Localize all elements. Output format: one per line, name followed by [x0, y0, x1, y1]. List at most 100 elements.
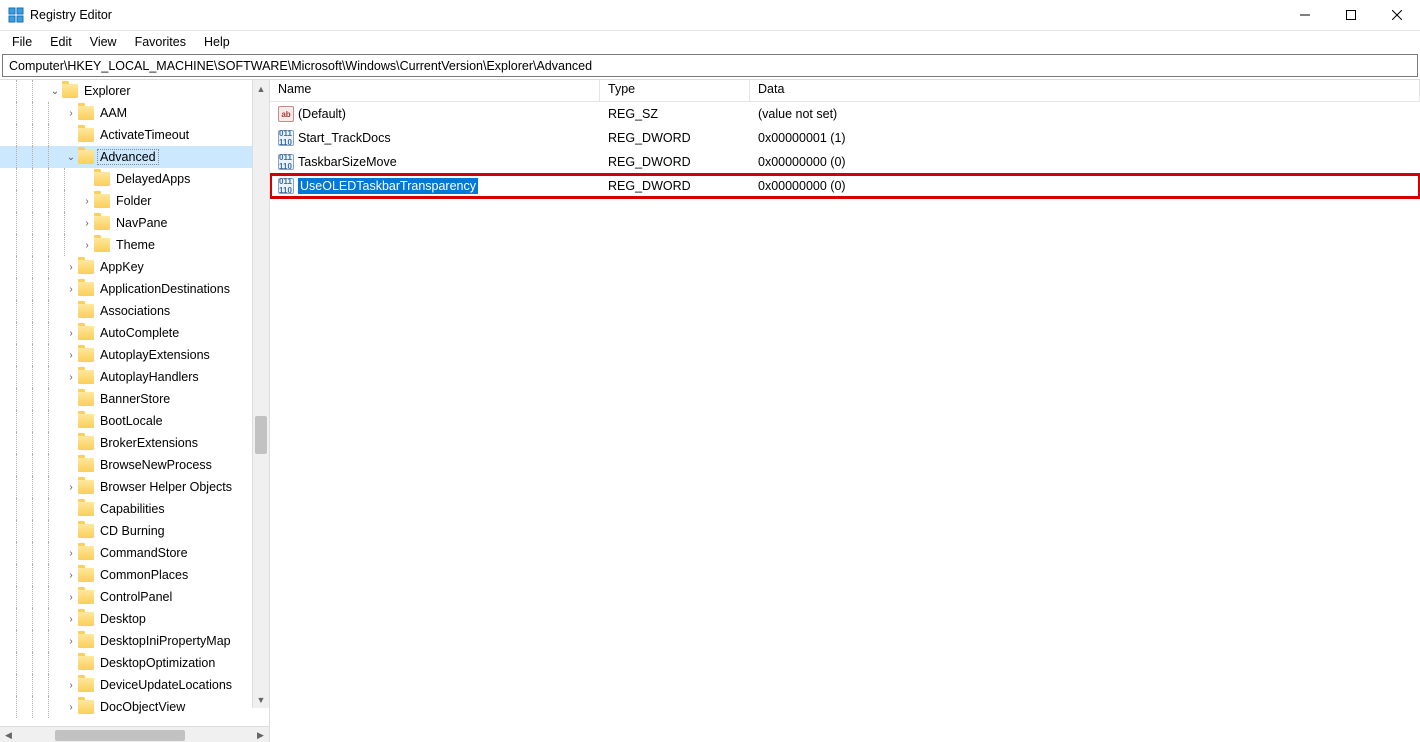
- tree-horizontal-scrollbar[interactable]: ◀ ▶: [0, 726, 269, 742]
- scrollbar-thumb[interactable]: [255, 416, 267, 454]
- tree-item[interactable]: ›Desktop: [0, 608, 269, 630]
- tree-item[interactable]: Capabilities: [0, 498, 269, 520]
- tree-item[interactable]: CD Burning: [0, 520, 269, 542]
- chevron-right-icon[interactable]: ›: [64, 262, 78, 273]
- chevron-right-icon[interactable]: ›: [64, 570, 78, 581]
- tree-item-label: Advanced: [98, 150, 158, 164]
- chevron-right-icon[interactable]: ›: [64, 680, 78, 691]
- menu-file[interactable]: File: [4, 33, 40, 51]
- folder-icon: [78, 568, 94, 582]
- tree-item[interactable]: ›Theme: [0, 234, 269, 256]
- chevron-right-icon[interactable]: ›: [64, 614, 78, 625]
- tree-item[interactable]: › CommandStore: [0, 542, 269, 564]
- chevron-right-icon[interactable]: ›: [64, 328, 78, 339]
- menu-edit[interactable]: Edit: [42, 33, 80, 51]
- list-header: Name Type Data: [270, 80, 1420, 102]
- scrollbar-thumb[interactable]: [55, 730, 185, 741]
- tree-item[interactable]: ›NavPane: [0, 212, 269, 234]
- menu-favorites[interactable]: Favorites: [127, 33, 194, 51]
- value-data: 0x00000001 (1): [750, 131, 1420, 145]
- tree-item[interactable]: ›AAM: [0, 102, 269, 124]
- tree-item[interactable]: › DesktopIniPropertyMap: [0, 630, 269, 652]
- minimize-button[interactable]: [1282, 0, 1328, 31]
- chevron-right-icon[interactable]: ›: [64, 592, 78, 603]
- tree-item[interactable]: BrowseNewProcess: [0, 454, 269, 476]
- scroll-down-icon[interactable]: ▼: [253, 691, 269, 708]
- chevron-right-icon[interactable]: ›: [64, 350, 78, 361]
- scroll-right-icon[interactable]: ▶: [252, 727, 269, 742]
- chevron-right-icon[interactable]: ›: [80, 240, 94, 251]
- folder-icon: [78, 678, 94, 692]
- scroll-left-icon[interactable]: ◀: [0, 727, 17, 742]
- menu-help[interactable]: Help: [196, 33, 238, 51]
- tree-item[interactable]: ›AutoplayHandlers: [0, 366, 269, 388]
- tree-item-label: DesktopIniPropertyMap: [98, 634, 233, 648]
- folder-icon: [78, 282, 94, 296]
- tree-item-label: Associations: [98, 304, 172, 318]
- chevron-right-icon[interactable]: ›: [80, 218, 94, 229]
- chevron-right-icon[interactable]: ›: [80, 196, 94, 207]
- tree-pane: ⌄ Explorer ›AAMActivateTimeout ⌄ Advanced Del…: [0, 80, 270, 742]
- chevron-right-icon[interactable]: ›: [64, 636, 78, 647]
- window-title: Registry Editor: [30, 8, 112, 22]
- tree-item-label: Explorer: [82, 84, 133, 98]
- folder-icon: [78, 656, 94, 670]
- tree-item[interactable]: ›ApplicationDestinations: [0, 278, 269, 300]
- address-bar[interactable]: Computer\HKEY_LOCAL_MACHINE\SOFTWARE\Mic…: [2, 54, 1418, 77]
- column-header-data[interactable]: Data: [750, 80, 1420, 101]
- tree-item[interactable]: ›CommonPlaces: [0, 564, 269, 586]
- tree-item[interactable]: BrokerExtensions: [0, 432, 269, 454]
- folder-icon: [78, 106, 94, 120]
- tree-item[interactable]: › DeviceUpdateLocations: [0, 674, 269, 696]
- tree-item[interactable]: ActivateTimeout: [0, 124, 269, 146]
- chevron-right-icon[interactable]: ›: [64, 482, 78, 493]
- folder-icon: [78, 590, 94, 604]
- maximize-button[interactable]: [1328, 0, 1374, 31]
- tree-item-label: BrowseNewProcess: [98, 458, 214, 472]
- column-header-name[interactable]: Name: [270, 80, 600, 101]
- tree-item[interactable]: ›AppKey: [0, 256, 269, 278]
- tree-item[interactable]: ⌄ Advanced: [0, 146, 269, 168]
- chevron-right-icon[interactable]: ›: [64, 548, 78, 559]
- tree-item[interactable]: › AutoplayExtensions: [0, 344, 269, 366]
- tree-item-label: AutoplayExtensions: [98, 348, 212, 362]
- folder-icon: [78, 392, 94, 406]
- folder-icon: [78, 150, 94, 164]
- chevron-right-icon[interactable]: ›: [64, 108, 78, 119]
- tree-item[interactable]: ›Folder: [0, 190, 269, 212]
- chevron-right-icon[interactable]: ›: [64, 284, 78, 295]
- chevron-down-icon[interactable]: ⌄: [48, 86, 62, 97]
- menu-view[interactable]: View: [82, 33, 125, 51]
- scroll-up-icon[interactable]: ▲: [253, 80, 269, 97]
- main-split: ⌄ Explorer ›AAMActivateTimeout ⌄ Advanced Del…: [0, 79, 1420, 742]
- folder-icon: [78, 612, 94, 626]
- value-row[interactable]: 011 110Start_TrackDocsREG_DWORD0x0000000…: [270, 126, 1420, 150]
- tree-item[interactable]: BootLocale: [0, 410, 269, 432]
- tree-item-label: CommandStore: [98, 546, 190, 560]
- column-header-type[interactable]: Type: [600, 80, 750, 101]
- value-row[interactable]: ab(Default)REG_SZ(value not set): [270, 102, 1420, 126]
- tree-item-label: DeviceUpdateLocations: [98, 678, 234, 692]
- tree-item[interactable]: DelayedApps: [0, 168, 269, 190]
- tree-item[interactable]: ⌄ Explorer: [0, 80, 269, 102]
- tree-item[interactable]: ›DocObjectView: [0, 696, 269, 718]
- tree-vertical-scrollbar[interactable]: ▲ ▼: [252, 80, 269, 708]
- chevron-right-icon[interactable]: ›: [64, 372, 78, 383]
- chevron-down-icon[interactable]: ⌄: [64, 152, 78, 163]
- tree-item[interactable]: Associations: [0, 300, 269, 322]
- close-button[interactable]: [1374, 0, 1420, 31]
- tree-item[interactable]: ›ControlPanel: [0, 586, 269, 608]
- value-row[interactable]: 011 110UseOLEDTaskbarTransparencyREG_DWO…: [270, 174, 1420, 198]
- chevron-right-icon[interactable]: ›: [64, 702, 78, 713]
- tree-item[interactable]: ›Browser Helper Objects: [0, 476, 269, 498]
- menu-bar: File Edit View Favorites Help: [0, 31, 1420, 52]
- tree-item[interactable]: DesktopOptimization: [0, 652, 269, 674]
- folder-icon: [94, 194, 110, 208]
- tree-item[interactable]: ›AutoComplete: [0, 322, 269, 344]
- folder-icon: [62, 84, 78, 98]
- values-list[interactable]: ab(Default)REG_SZ(value not set)011 110S…: [270, 102, 1420, 742]
- value-type: REG_DWORD: [600, 155, 750, 169]
- registry-tree[interactable]: ⌄ Explorer ›AAMActivateTimeout ⌄ Advanced Del…: [0, 80, 269, 718]
- tree-item[interactable]: BannerStore: [0, 388, 269, 410]
- value-row[interactable]: 011 110TaskbarSizeMoveREG_DWORD0x0000000…: [270, 150, 1420, 174]
